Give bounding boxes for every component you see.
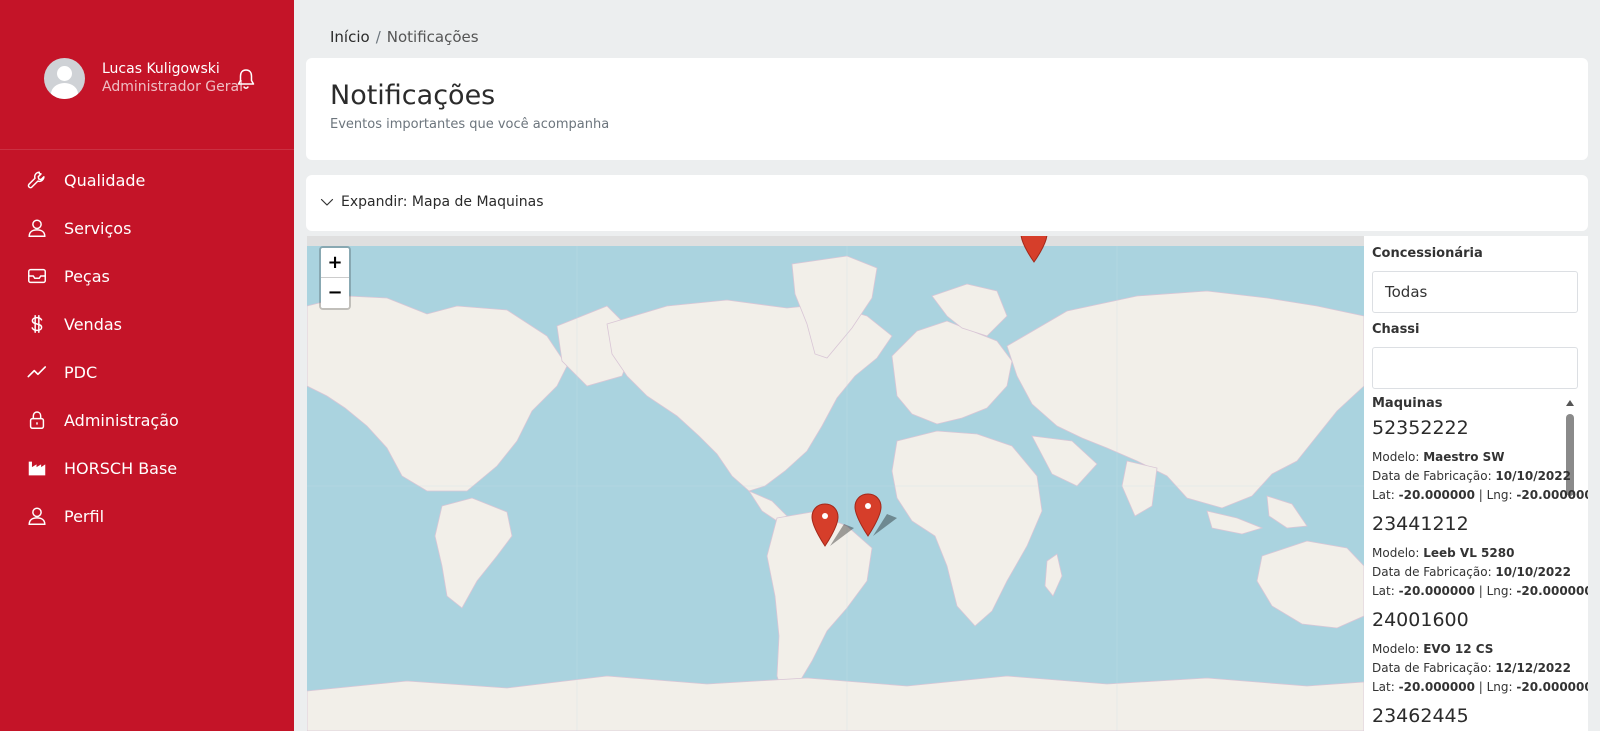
machine-date: Data de Fabricação: 12/12/2022	[1372, 661, 1571, 675]
user-profile: Lucas Kuligowski Administrador Geral	[0, 0, 294, 150]
dealer-select[interactable]: Todas	[1372, 271, 1578, 313]
chassis-input[interactable]	[1372, 347, 1578, 389]
chevron-down-icon	[320, 198, 334, 206]
machine-id: 23441212	[1372, 513, 1469, 535]
machine-date: Data de Fabricação: 10/10/2022	[1372, 565, 1571, 579]
sidebar: Lucas Kuligowski Administrador Geral Qua…	[0, 0, 294, 731]
machine-model: Modelo: EVO 12 CS	[1372, 642, 1494, 656]
sidebar-item-servicos[interactable]: Serviços	[0, 204, 294, 252]
breadcrumb-separator: /	[375, 28, 381, 46]
sidebar-item-administracao[interactable]: Administração	[0, 396, 294, 444]
zoom-in-button[interactable]: +	[321, 248, 349, 278]
lock-icon	[29, 411, 45, 429]
world-map[interactable]	[307, 236, 1364, 731]
user-role: Administrador Geral	[102, 79, 243, 95]
expand-map-toggle[interactable]: Expandir: Mapa de Maquinas	[306, 175, 1588, 231]
machine-coords: Lat: -20.000000 | Lng: -20.000000	[1372, 680, 1588, 694]
list-item[interactable]: 24001600 Modelo: EVO 12 CS Data de Fabri…	[1372, 606, 1588, 697]
machine-date: Data de Fabricação: 10/10/2022	[1372, 469, 1571, 483]
sidebar-nav: Qualidade Serviços Peças Vendas PDC Admi…	[0, 156, 294, 540]
machines-map[interactable]: + −	[307, 236, 1364, 731]
factory-icon	[28, 461, 46, 476]
sidebar-item-perfil[interactable]: Perfil	[0, 492, 294, 540]
sidebar-item-label: Perfil	[64, 506, 105, 526]
trend-icon	[27, 366, 47, 378]
dollar-icon	[31, 315, 43, 333]
sidebar-item-label: Serviços	[64, 218, 132, 238]
user-icon	[28, 219, 46, 237]
page-header: Notificações Eventos importantes que voc…	[306, 58, 1588, 160]
sidebar-item-vendas[interactable]: Vendas	[0, 300, 294, 348]
user-name: Lucas Kuligowski	[102, 61, 220, 77]
page-title: Notificações	[330, 80, 496, 111]
breadcrumb: Início / Notificações	[330, 28, 479, 46]
machines-label: Maquinas	[1372, 396, 1443, 411]
sidebar-item-label: Peças	[64, 266, 110, 286]
map-marker-icon[interactable]	[1019, 236, 1049, 264]
machine-id: 52352222	[1372, 417, 1469, 439]
machine-id: 23462445	[1372, 705, 1469, 727]
sidebar-item-label: Administração	[64, 410, 179, 430]
filter-panel: Concessionária Todas Chassi Maquinas 523…	[1364, 236, 1588, 731]
machine-id: 24001600	[1372, 609, 1469, 631]
bell-icon[interactable]	[236, 68, 256, 90]
map-marker-icon[interactable]	[810, 502, 856, 550]
list-item[interactable]: 23462445	[1372, 702, 1568, 730]
expand-label: Expandir: Mapa de Maquinas	[341, 194, 544, 210]
map-marker-icon[interactable]	[853, 492, 899, 540]
sidebar-item-horsch-base[interactable]: HORSCH Base	[0, 444, 294, 492]
breadcrumb-home[interactable]: Início	[330, 28, 370, 46]
sidebar-item-label: HORSCH Base	[64, 458, 178, 478]
machines-list: Maquinas 52352222 Modelo: Maestro SW Dat…	[1364, 396, 1588, 731]
machine-coords: Lat: -20.000000 | Lng: -20.000000	[1372, 488, 1588, 502]
zoom-control: + −	[319, 246, 351, 310]
breadcrumb-current: Notificações	[386, 28, 479, 46]
list-item[interactable]: 52352222 Modelo: Maestro SW Data de Fabr…	[1372, 414, 1588, 505]
chassis-label: Chassi	[1372, 322, 1420, 337]
machine-model: Modelo: Maestro SW	[1372, 450, 1505, 464]
page-subtitle: Eventos importantes que você acompanha	[330, 117, 610, 132]
sidebar-item-label: Vendas	[64, 314, 122, 334]
sidebar-item-pecas[interactable]: Peças	[0, 252, 294, 300]
dealer-label: Concessionária	[1372, 246, 1483, 261]
user-icon	[28, 507, 46, 525]
sidebar-item-label: Qualidade	[64, 170, 146, 190]
machine-model: Modelo: Leeb VL 5280	[1372, 546, 1515, 560]
zoom-out-button[interactable]: −	[321, 278, 349, 308]
scroll-up-arrow[interactable]	[1566, 400, 1574, 406]
machine-coords: Lat: -20.000000 | Lng: -20.000000	[1372, 584, 1588, 598]
wrench-icon	[27, 171, 45, 189]
inbox-icon	[28, 268, 46, 284]
list-item[interactable]: 23441212 Modelo: Leeb VL 5280 Data de Fa…	[1372, 510, 1588, 601]
sidebar-item-label: PDC	[64, 362, 98, 382]
sidebar-item-pdc[interactable]: PDC	[0, 348, 294, 396]
sidebar-item-qualidade[interactable]: Qualidade	[0, 156, 294, 204]
avatar[interactable]	[44, 58, 85, 99]
